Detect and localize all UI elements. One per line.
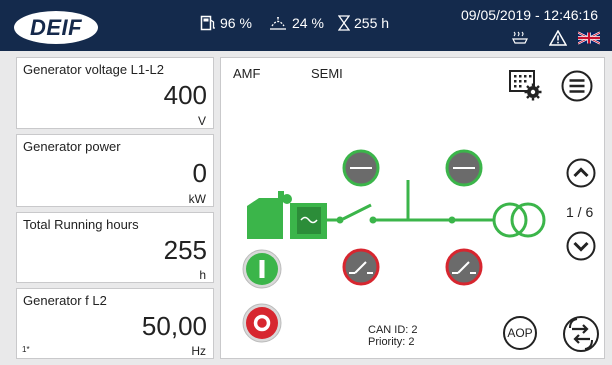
panel-label: Generator f L2 bbox=[23, 293, 107, 308]
breaker-open-1[interactable] bbox=[342, 248, 380, 286]
service-hours: 255 h bbox=[354, 15, 390, 31]
can-info: CAN ID: 2 Priority: 2 bbox=[368, 324, 418, 348]
panel-value: 255 bbox=[163, 235, 207, 265]
diagram-canvas bbox=[242, 149, 599, 352]
panel-unit: V bbox=[197, 114, 206, 128]
service-hours-status: 255 h bbox=[338, 15, 389, 31]
aop-button[interactable]: AOP bbox=[503, 316, 537, 350]
single-line-diagram-panel: AMF SEMI 1 / 6 AOP CAN ID: 2 Priority: 2 bbox=[220, 57, 605, 359]
panel-generator-frequency[interactable]: Generator f L2 50,00 Hz 1* bbox=[16, 288, 214, 359]
panel-generator-power[interactable]: Generator power 0 kW bbox=[16, 134, 214, 207]
genset-icon[interactable] bbox=[247, 191, 327, 239]
panel-generator-voltage[interactable]: Generator voltage L1-L2 400 V bbox=[16, 57, 214, 129]
panel-label: Generator voltage L1-L2 bbox=[23, 62, 164, 77]
fuel-status: 96 % bbox=[200, 15, 252, 31]
panel-value: 0 bbox=[192, 158, 207, 188]
panel-total-running-hours[interactable]: Total Running hours 255 h bbox=[16, 212, 214, 283]
breaker-open-2[interactable] bbox=[445, 248, 483, 286]
panel-unit: Hz bbox=[191, 344, 206, 358]
breaker-closed-2[interactable] bbox=[445, 149, 483, 187]
panel-unit: h bbox=[199, 268, 206, 282]
start-button[interactable] bbox=[242, 249, 282, 289]
def-icon bbox=[270, 17, 286, 30]
panel-label: Generator power bbox=[23, 139, 121, 154]
deif-logo: DEIF bbox=[14, 11, 98, 44]
top-bar: DEIF 96 % 24 % 255 h 09/05/2019 - 12:46:… bbox=[0, 0, 612, 51]
panel-index: 1* bbox=[22, 345, 30, 354]
aop-label: AOP bbox=[507, 326, 533, 340]
hourglass-icon bbox=[338, 15, 350, 31]
def-status: 24 % bbox=[268, 15, 324, 31]
alarm-icon[interactable] bbox=[549, 30, 567, 46]
horn-icon[interactable] bbox=[510, 30, 530, 46]
auto-mode-icon[interactable] bbox=[563, 316, 599, 352]
panel-label: Total Running hours bbox=[23, 217, 139, 232]
panel-value: 400 bbox=[163, 80, 207, 110]
stop-button[interactable] bbox=[242, 303, 282, 343]
can-id: CAN ID: 2 bbox=[368, 324, 418, 336]
breaker-closed-1[interactable] bbox=[342, 149, 380, 187]
logo-text: DEIF bbox=[29, 14, 83, 40]
fuel-icon bbox=[200, 15, 215, 31]
def-level: 24 % bbox=[292, 15, 324, 31]
panel-value: 50,00 bbox=[141, 311, 207, 341]
transformer-icon[interactable] bbox=[492, 202, 546, 238]
date-time: 09/05/2019 - 12:46:16 bbox=[460, 7, 598, 23]
priority: Priority: 2 bbox=[368, 336, 415, 348]
fuel-level: 96 % bbox=[220, 15, 252, 31]
panel-unit: kW bbox=[188, 192, 206, 206]
uk-flag-icon[interactable] bbox=[578, 31, 600, 45]
